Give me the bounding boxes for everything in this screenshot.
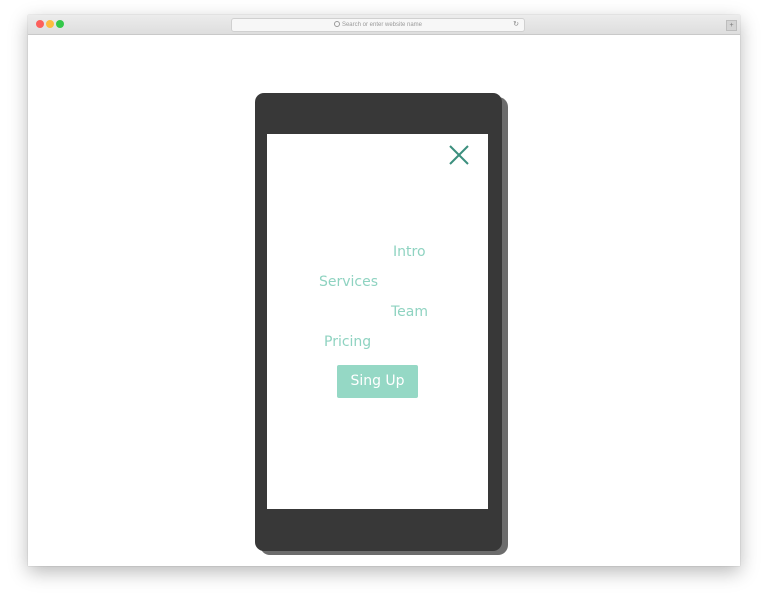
reload-icon[interactable]: ↻ xyxy=(513,19,519,31)
menu-item-team[interactable]: Team xyxy=(391,304,428,320)
search-icon xyxy=(333,21,340,27)
close-icon[interactable] xyxy=(448,144,470,166)
phone-mockup: Intro Services Team Pricing Sing Up xyxy=(255,93,502,551)
browser-window: Search or enter website name ↻ + Intro S… xyxy=(28,15,740,566)
signup-button[interactable]: Sing Up xyxy=(337,365,418,398)
address-bar-placeholder: Search or enter website name xyxy=(341,22,423,28)
page-content: Intro Services Team Pricing Sing Up xyxy=(28,35,740,566)
menu-item-pricing[interactable]: Pricing xyxy=(324,334,371,350)
address-bar[interactable]: Search or enter website name ↻ xyxy=(231,18,525,32)
menu-item-intro[interactable]: Intro xyxy=(393,244,426,260)
browser-titlebar: Search or enter website name ↻ + xyxy=(28,15,740,35)
tabs-icon[interactable]: + xyxy=(726,20,737,31)
window-zoom-button[interactable] xyxy=(56,20,64,28)
phone-screen: Intro Services Team Pricing Sing Up xyxy=(267,134,488,509)
window-minimize-button[interactable] xyxy=(46,20,54,28)
menu-item-services[interactable]: Services xyxy=(319,274,378,290)
window-close-button[interactable] xyxy=(36,20,44,28)
